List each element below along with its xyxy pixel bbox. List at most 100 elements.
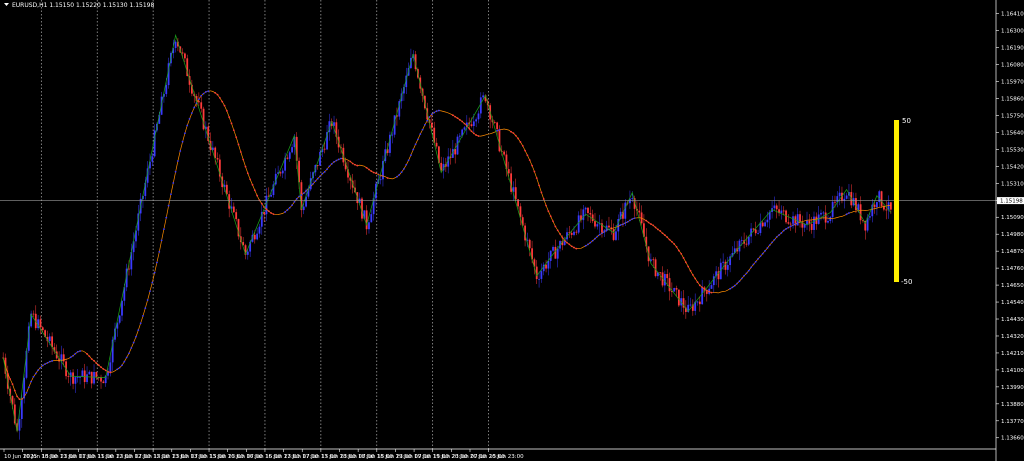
- ma-trend-dot: [72, 354, 74, 357]
- candle-body: [128, 268, 130, 270]
- ma-trend-dot: [265, 208, 268, 211]
- candle-body: [652, 259, 655, 261]
- candle-body: [197, 101, 200, 103]
- chart-header: EURUSD,H1 1.15150 1.15220 1.15130 1.1519…: [4, 2, 154, 9]
- ma-trend-dot: [451, 114, 454, 117]
- ma-trend-dot: [170, 193, 172, 196]
- candle-body: [83, 370, 86, 383]
- ma-trend-dot: [773, 238, 776, 241]
- ma-trend-dot: [848, 212, 850, 214]
- ma-trend-dot: [512, 132, 515, 135]
- candle-body: [72, 372, 74, 384]
- candle-body: [528, 239, 531, 249]
- ma-trend-dot: [202, 92, 205, 95]
- ma-trend-dot: [323, 170, 326, 173]
- candle-body: [873, 204, 876, 208]
- candle-body: [813, 216, 815, 230]
- candle-body: [93, 371, 95, 384]
- ma-trend-dot: [46, 361, 49, 364]
- ma-trend-dot: [694, 277, 697, 280]
- ma-trend-dot: [794, 223, 797, 225]
- ma-trend-dot: [470, 130, 473, 133]
- ma-trend-dot: [405, 163, 408, 166]
- ma-trend-dot: [750, 266, 752, 269]
- ma-trend-dot: [789, 225, 792, 228]
- candle-body: [885, 209, 888, 211]
- ma-trend-dot: [9, 378, 12, 380]
- candle-body: [256, 233, 259, 240]
- ma-trend-dot: [207, 90, 210, 92]
- candle-body: [100, 377, 102, 382]
- ma-trend-dot: [204, 91, 207, 93]
- ma-trend-dot: [179, 150, 182, 152]
- ma-trend-dot: [556, 229, 559, 232]
- ma-trend-dot: [172, 182, 175, 184]
- price-tick-label: 1.14100: [1001, 368, 1024, 374]
- ma-trend-dot: [437, 109, 440, 112]
- ma-trend-dot: [792, 224, 794, 226]
- candle-body: [472, 121, 475, 127]
- ma-trend-dot: [153, 271, 156, 274]
- ma-trend-dot: [251, 183, 254, 186]
- ma-trend-dot: [650, 223, 652, 225]
- ma-trend-dot: [670, 240, 673, 243]
- ma-trend-dot: [710, 291, 713, 294]
- ma-trend-dot: [177, 160, 179, 162]
- ma-trend-dot: [333, 160, 335, 163]
- chart-canvas[interactable]: 50 -50 1.16410 1.16300 1.16190 1.16080 1.159…: [0, 0, 1024, 461]
- ma-trend-dot: [626, 220, 629, 223]
- ma-trend-dot: [37, 369, 40, 372]
- candle-body: [582, 209, 585, 221]
- candle-body: [288, 152, 291, 159]
- ma-trend-dot: [197, 98, 200, 101]
- ma-trend-dot: [30, 380, 33, 383]
- ma-trend-dot: [104, 369, 107, 372]
- price-tick-label: 1.14980: [1001, 232, 1024, 238]
- ma-trend-dot: [561, 236, 564, 239]
- price-tick-label: 1.14760: [1001, 266, 1024, 272]
- ma-trend-dot: [701, 286, 704, 289]
- ma-trend-dot: [272, 213, 275, 216]
- ma-trend-dot: [321, 172, 324, 175]
- candle-body: [822, 212, 825, 214]
- candle-body: [174, 41, 177, 48]
- candle-body: [638, 210, 641, 213]
- ma-trend-dot: [684, 261, 687, 264]
- ma-trend-dot: [475, 134, 478, 136]
- ma-trend-dot: [738, 280, 741, 283]
- candle-body: [775, 205, 778, 210]
- ma-trend-dot: [160, 239, 163, 242]
- candle-body: [689, 304, 692, 306]
- ma-trend-dot: [288, 206, 291, 209]
- ma-trend-dot: [149, 290, 151, 293]
- ma-trend-dot: [242, 158, 245, 161]
- ma-trend-dot: [652, 224, 655, 227]
- candle-body: [740, 240, 743, 242]
- ma-trend-dot: [328, 165, 331, 168]
- candle-body: [41, 327, 44, 331]
- ma-trend-dot: [163, 228, 165, 231]
- ma-trend-dot: [584, 244, 587, 247]
- ma-trend-dot: [13, 389, 16, 392]
- candle-body: [845, 195, 848, 199]
- candle-body: [573, 231, 575, 235]
- candle-body: [479, 97, 482, 114]
- candle-body: [589, 213, 592, 215]
- ma-trend-dot: [461, 120, 464, 123]
- ma-trend-dot: [568, 243, 571, 246]
- price-tick-label: 1.15860: [1001, 97, 1024, 103]
- ma-trend-dot: [673, 243, 676, 245]
- candle-body: [757, 232, 759, 234]
- ma-trend-dot: [629, 219, 631, 222]
- ma-trend-dot: [647, 221, 650, 224]
- ma-trend-dot: [25, 391, 28, 394]
- ma-trend-dot: [731, 286, 734, 289]
- candle-body: [165, 85, 168, 95]
- candle-body: [202, 108, 205, 130]
- candle-body: [547, 260, 550, 269]
- ma-trend-dot: [603, 230, 606, 233]
- ma-trend-dot: [454, 115, 457, 118]
- ma-trend-dot: [44, 363, 47, 365]
- ma-trend-dot: [689, 269, 692, 272]
- candle-body: [654, 259, 657, 277]
